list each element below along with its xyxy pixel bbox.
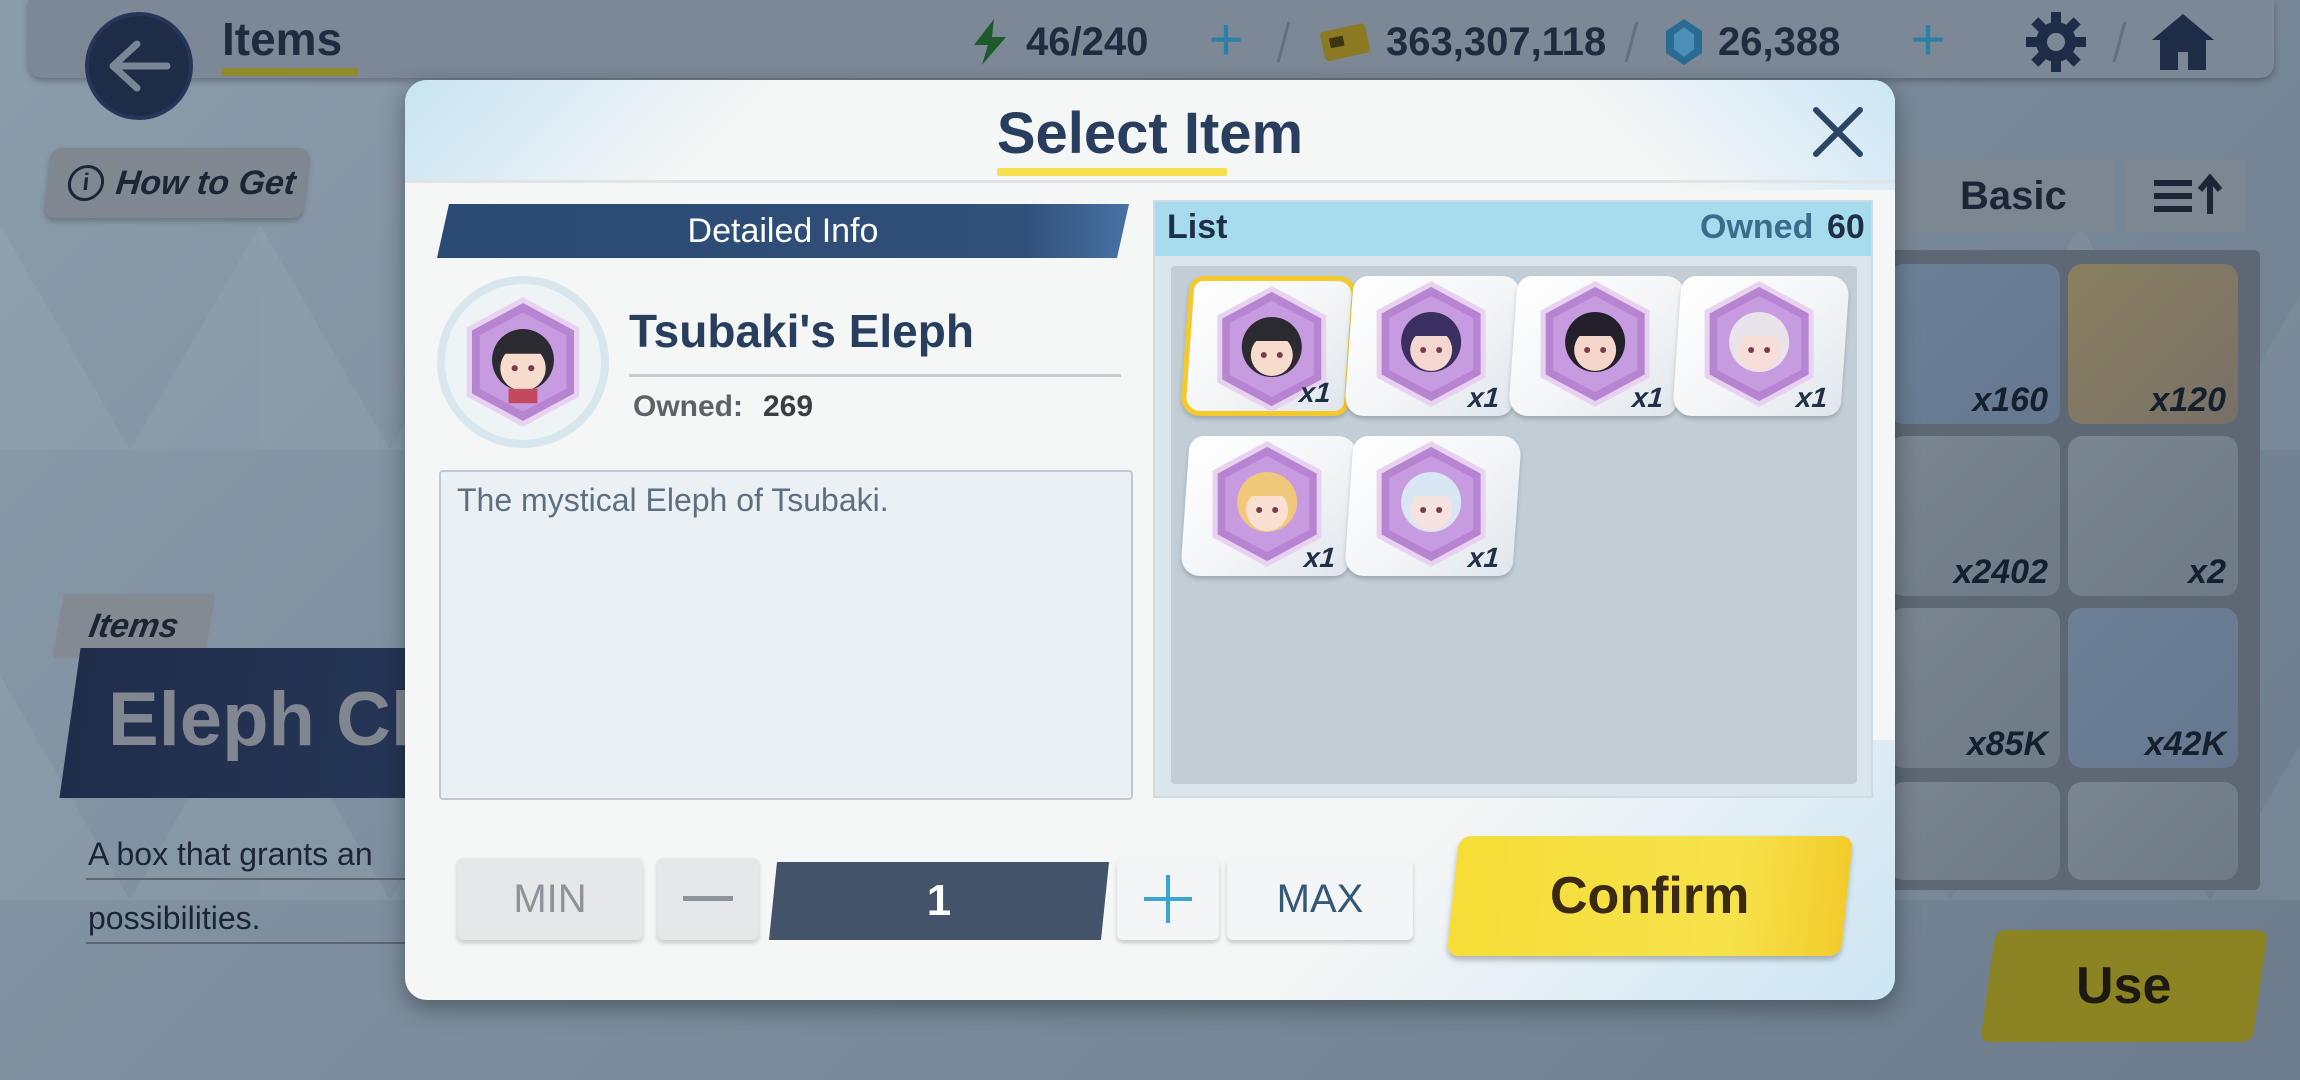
inventory-cell[interactable]: x2402 <box>1890 436 2060 596</box>
item-count: x85K <box>1966 725 2048 763</box>
item-count: x120 <box>2150 381 2226 419</box>
list-item[interactable]: x1 <box>1344 436 1522 576</box>
item-count: x1 <box>1795 382 1829 413</box>
inventory-cell[interactable]: x42K <box>2068 608 2238 768</box>
stamina-counter: 46/240 <box>968 14 1148 70</box>
dialog-title-underline <box>997 168 1227 176</box>
gear-icon[interactable] <box>2024 10 2088 74</box>
confirm-label: Confirm <box>1550 867 1750 925</box>
use-button[interactable]: Use <box>1980 930 2268 1042</box>
item-count: x1 <box>1467 382 1501 413</box>
item-count: x1 <box>1631 382 1665 413</box>
divider <box>629 374 1121 377</box>
inventory-cell[interactable]: x85K <box>1890 608 2060 768</box>
list-owned-value: 60 <box>1827 208 1865 246</box>
how-to-get-button[interactable]: i How to Get <box>44 148 310 218</box>
divider <box>405 180 1895 183</box>
how-to-get-label: How to Get <box>114 163 298 202</box>
use-label: Use <box>2076 957 2172 1015</box>
close-icon[interactable] <box>1810 104 1866 160</box>
detailed-info-label: Detailed Info <box>687 211 879 250</box>
item-count: x1 <box>1467 542 1501 573</box>
detailed-info-header: Detailed Info <box>437 204 1129 258</box>
min-label: MIN <box>513 876 587 921</box>
item-description-text: The mystical Eleph of Tsubaki. <box>457 482 889 518</box>
sort-icon <box>2154 174 2223 214</box>
inventory-cell[interactable] <box>1890 782 2060 880</box>
item-count: x2 <box>2188 553 2226 591</box>
item-portrait <box>437 276 609 448</box>
divider <box>86 942 416 944</box>
inventory-cell[interactable] <box>2068 782 2238 880</box>
eleph-hex-icon <box>466 297 580 427</box>
filter-label: Basic <box>1960 173 2067 218</box>
max-label: MAX <box>1276 876 1364 921</box>
item-count: x160 <box>1972 381 2048 419</box>
back-button[interactable] <box>85 12 193 120</box>
description-line: A box that grants an <box>88 836 373 872</box>
item-count: x1 <box>1298 377 1332 408</box>
max-button[interactable]: MAX <box>1227 858 1413 940</box>
owned-value: 269 <box>763 390 814 423</box>
list-owned-label: Owned <box>1700 208 1814 246</box>
list-item[interactable]: x1 <box>1180 276 1358 416</box>
list-item[interactable]: x1 <box>1344 276 1522 416</box>
credits-value: 363,307,118 <box>1386 19 1607 64</box>
add-gems-button[interactable]: + <box>1900 10 1956 70</box>
info-icon: i <box>66 165 106 201</box>
increase-button[interactable] <box>1117 858 1219 940</box>
list-item[interactable]: x1 <box>1672 276 1850 416</box>
page-title: Items <box>222 13 343 65</box>
credit-card-icon <box>1320 23 1370 61</box>
list-item[interactable]: x1 <box>1508 276 1686 416</box>
item-count: x2402 <box>1953 553 2048 591</box>
owned-label: Owned: <box>633 390 743 423</box>
confirm-button[interactable]: Confirm <box>1446 836 1854 956</box>
divider <box>86 878 416 880</box>
item-description-box: The mystical Eleph of Tsubaki. <box>439 470 1133 800</box>
gems-counter: 26,388 <box>1664 14 1840 70</box>
decrease-button[interactable] <box>657 858 759 940</box>
lightning-icon <box>974 19 1006 65</box>
description-line: possibilities. <box>88 900 261 936</box>
select-item-dialog: Select Item Detailed Info Tsubaki's Elep… <box>405 80 1895 1000</box>
gems-value: 26,388 <box>1718 19 1841 64</box>
min-button[interactable]: MIN <box>457 858 643 940</box>
dialog-title: Select Item <box>996 101 1304 166</box>
inventory-cell[interactable]: x120 <box>2068 264 2238 424</box>
item-count: x42K <box>2144 725 2226 763</box>
quantity-field[interactable]: 1 <box>769 862 1109 940</box>
quantity-value: 1 <box>926 876 952 925</box>
stamina-value: 46/240 <box>1026 19 1149 64</box>
home-icon[interactable] <box>2150 10 2216 74</box>
sort-button[interactable] <box>2126 160 2246 232</box>
arrow-left-icon <box>109 40 171 92</box>
page-title-underline <box>222 68 358 76</box>
item-list-grid: x1 x1 x1 x1 x1 x1 <box>1171 266 1857 784</box>
plus-icon <box>1144 875 1192 923</box>
inventory-cell[interactable]: x2 <box>2068 436 2238 596</box>
gem-icon <box>1666 19 1702 65</box>
list-title: List <box>1167 208 1228 246</box>
add-stamina-button[interactable]: + <box>1198 10 1254 70</box>
item-name: Tsubaki's Eleph <box>629 305 974 357</box>
filter-dropdown[interactable]: Basic <box>1884 160 2114 232</box>
item-description: A box that grants an possibilities. <box>88 822 428 950</box>
minus-icon <box>683 896 733 901</box>
inventory-cell[interactable]: x160 <box>1890 264 2060 424</box>
item-count: x1 <box>1303 542 1337 573</box>
item-banner-title: Eleph Ch <box>108 677 438 762</box>
list-item[interactable]: x1 <box>1180 436 1358 576</box>
credits-counter: 363,307,118 <box>1320 14 1606 70</box>
